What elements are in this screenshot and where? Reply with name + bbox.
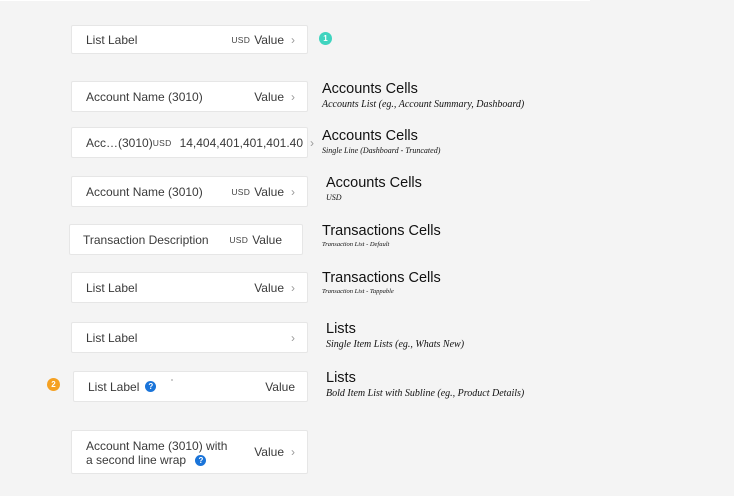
account-cell-usd[interactable]: Account Name (3010) USD Value › bbox=[71, 176, 308, 207]
cell-label: List Label bbox=[86, 330, 138, 345]
top-divider bbox=[0, 0, 590, 1]
account-cell-wrap[interactable]: Account Name (3010) with a second line w… bbox=[71, 430, 308, 474]
cell-label: Account Name (3010) bbox=[86, 89, 203, 104]
currency-code: USD bbox=[231, 34, 251, 45]
cell-label: Acc…(3010) bbox=[86, 135, 153, 150]
component-sheet: List Label USD Value › 1 Account Name (3… bbox=[0, 0, 734, 496]
cell-label-line-2: a second line wrap bbox=[86, 453, 187, 467]
currency-code: USD bbox=[152, 137, 172, 148]
chevron-right-icon: › bbox=[291, 89, 295, 104]
description-subtitle: Single Item Lists (eg., Whats New) bbox=[326, 339, 465, 350]
description-title: Transactions Cells bbox=[322, 270, 441, 286]
stray-dot bbox=[171, 379, 173, 381]
transaction-cell: Transaction Description USD Value bbox=[69, 224, 303, 255]
description-subtitle: Bold Item List with Subline (eg., Produc… bbox=[326, 388, 525, 399]
annotation-badge-2: 2 bbox=[47, 378, 60, 391]
help-icon[interactable]: ? bbox=[195, 455, 207, 467]
description-title: Transactions Cells bbox=[322, 223, 441, 239]
cell-value: 14,404,401,401,401.40 bbox=[179, 135, 304, 150]
description-lists-single: Lists Single Item Lists (eg., Whats New) bbox=[326, 321, 464, 350]
cell-value: Value bbox=[254, 280, 284, 295]
description-title: Lists bbox=[326, 321, 356, 337]
description-title: Accounts Cells bbox=[322, 128, 418, 144]
description-subtitle: Single Line (Dashboard - Truncated) bbox=[322, 146, 441, 155]
cell-value: Value bbox=[254, 445, 284, 459]
annotation-badge-1: 1 bbox=[319, 32, 332, 45]
cell-label: List Label bbox=[86, 32, 138, 47]
chevron-right-icon: › bbox=[291, 184, 295, 199]
description-transactions-tappable: Transactions Cells Transaction List - Ta… bbox=[322, 270, 441, 295]
currency-code: USD bbox=[231, 186, 251, 197]
chevron-right-icon: › bbox=[291, 280, 295, 295]
description-subtitle: USD bbox=[326, 193, 342, 202]
cell-label: Transaction Description bbox=[83, 232, 209, 247]
chevron-right-icon: › bbox=[291, 445, 295, 459]
help-icon[interactable]: ? bbox=[145, 381, 157, 392]
description-transactions-default: Transactions Cells Transaction List - De… bbox=[322, 223, 441, 248]
cell-value: Value bbox=[265, 379, 295, 394]
chevron-right-icon: › bbox=[310, 135, 315, 150]
description-lists-bold: Lists Bold Item List with Subline (eg., … bbox=[326, 370, 524, 399]
account-cell[interactable]: Account Name (3010) Value › bbox=[71, 81, 308, 112]
chevron-right-icon: › bbox=[291, 330, 295, 345]
cell-label: Account Name (3010) bbox=[86, 184, 203, 199]
description-accounts-list: Accounts Cells Accounts List (eg., Accou… bbox=[322, 81, 524, 110]
cell-label: List Label bbox=[86, 280, 138, 295]
cell-value: Value bbox=[254, 184, 284, 199]
transaction-cell-tappable[interactable]: List Label Value › bbox=[71, 272, 308, 303]
description-subtitle: Accounts List (eg., Account Summary, Das… bbox=[322, 99, 525, 110]
cell-value: Value bbox=[254, 89, 284, 104]
description-subtitle: Transaction List - Tappable bbox=[322, 288, 394, 295]
cell-value: Value bbox=[254, 32, 284, 47]
cell-label-line-1: Account Name (3010) with bbox=[86, 439, 228, 453]
description-title: Lists bbox=[326, 370, 356, 386]
description-title: Accounts Cells bbox=[322, 81, 418, 97]
account-cell-truncated[interactable]: Acc…(3010) USD 14,404,401,401,401.40 › bbox=[71, 127, 314, 158]
bold-item-list-cell: List Label ? Value bbox=[73, 371, 308, 402]
cell-label-multiline: Account Name (3010) with a second line w… bbox=[86, 437, 254, 467]
description-title: Accounts Cells bbox=[326, 175, 422, 191]
chevron-right-icon: › bbox=[291, 32, 295, 47]
list-cell-usd-value[interactable]: List Label USD Value › bbox=[71, 25, 308, 54]
description-subtitle: Transaction List - Default bbox=[322, 241, 390, 248]
currency-code: USD bbox=[229, 234, 249, 245]
single-item-list-cell[interactable]: List Label › bbox=[71, 322, 308, 353]
description-accounts-usd: Accounts Cells USD bbox=[326, 175, 422, 202]
cell-label: List Label bbox=[88, 379, 140, 394]
cell-value: Value bbox=[252, 232, 282, 247]
description-accounts-truncated: Accounts Cells Single Line (Dashboard - … bbox=[322, 128, 440, 155]
